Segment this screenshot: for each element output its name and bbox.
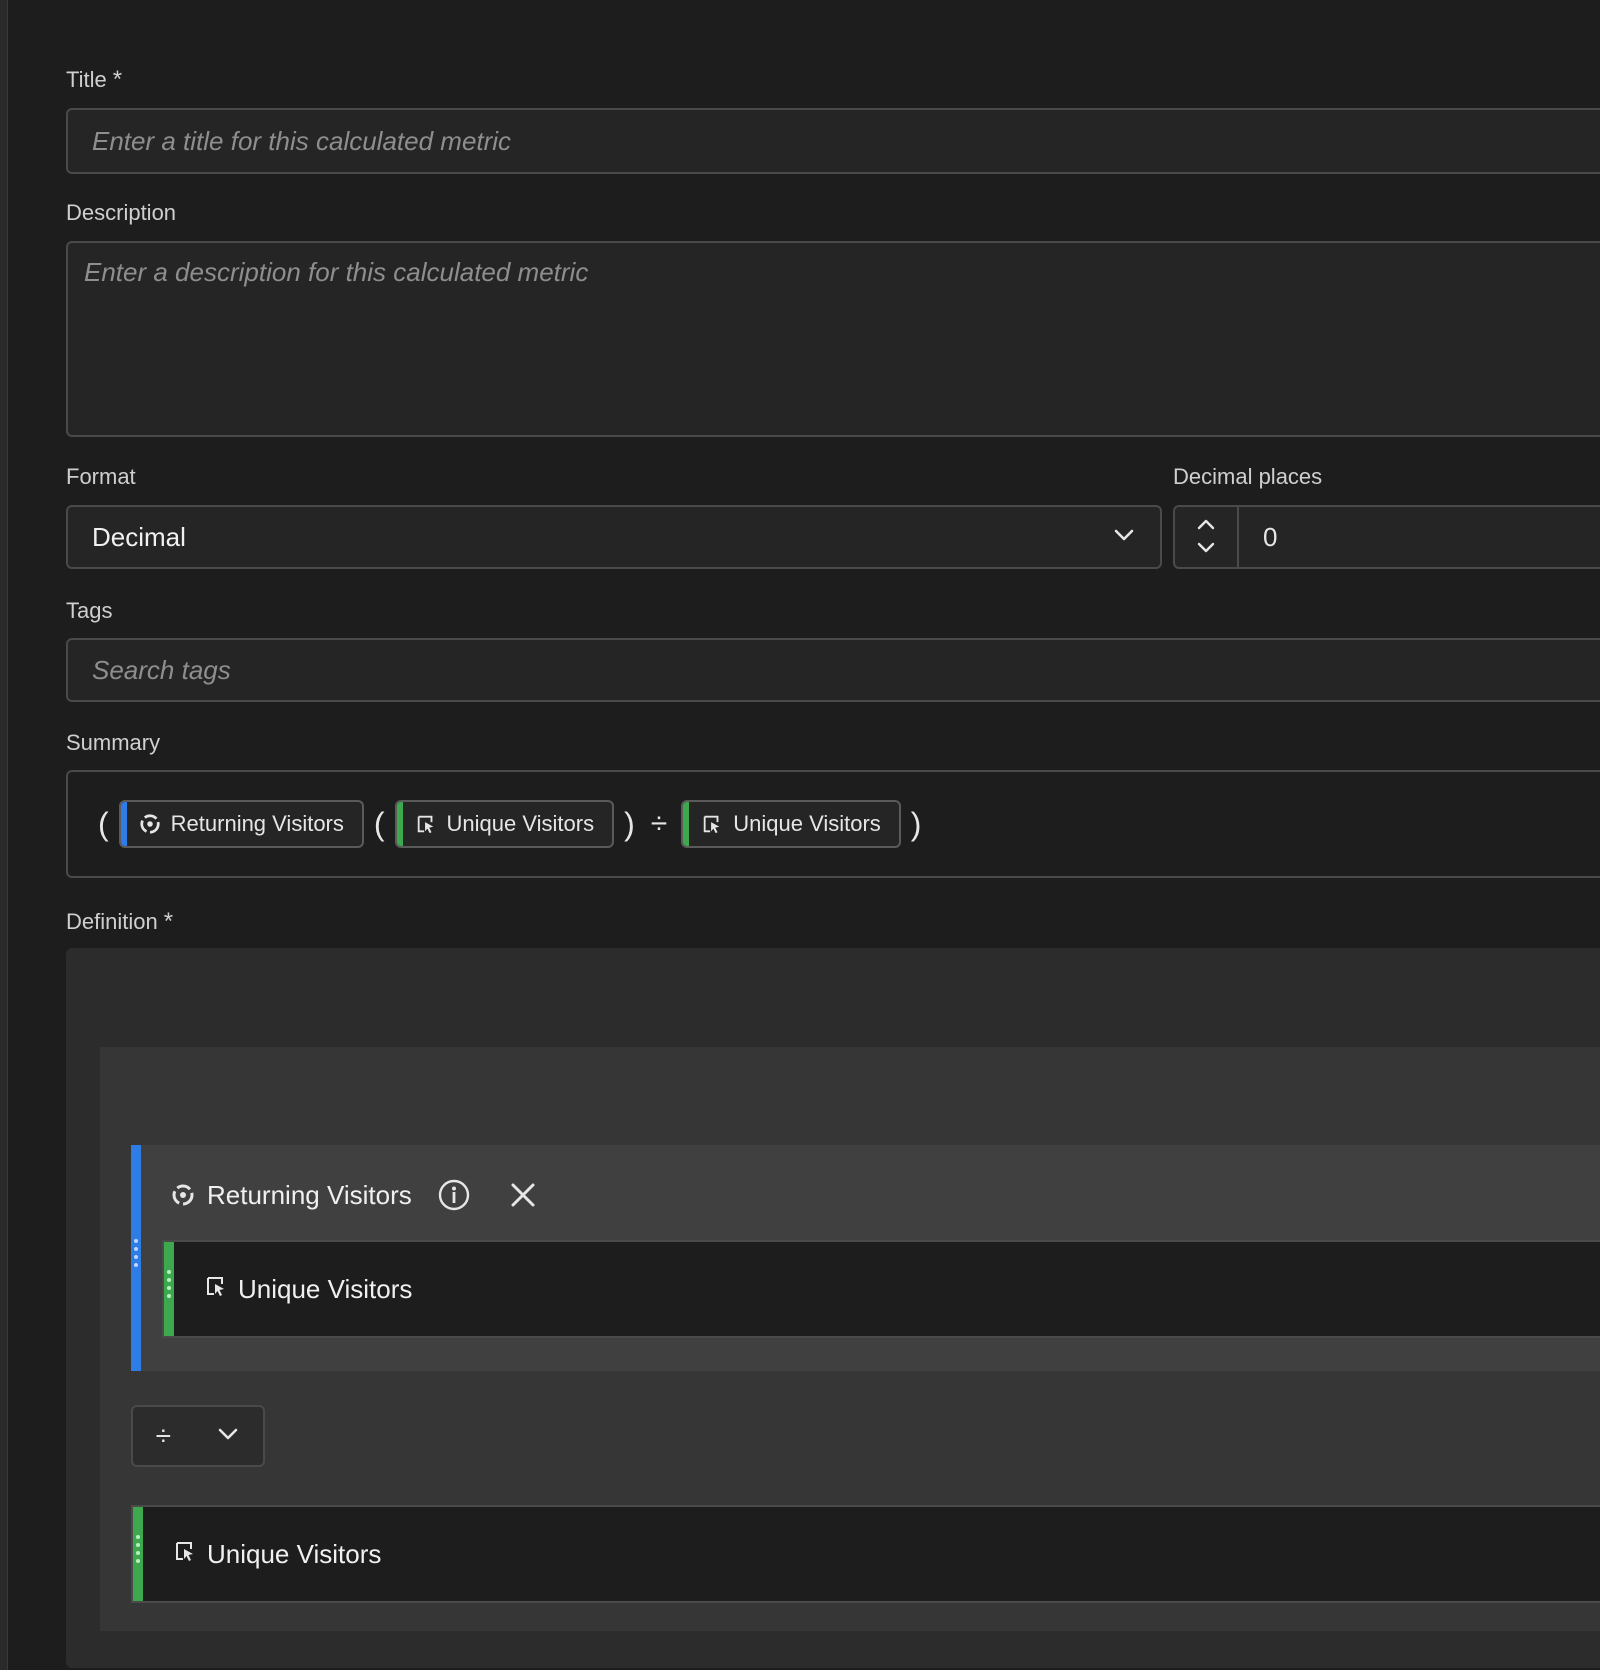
chip-label: Returning Visitors — [170, 811, 344, 836]
tags-label: Tags — [66, 598, 113, 623]
divide-icon: ÷ — [155, 1420, 172, 1451]
definition-label: Definition * — [66, 908, 174, 935]
segment-icon — [139, 813, 161, 835]
segment-group-header: Returning Visitors — [171, 1175, 536, 1215]
increment-button[interactable] — [1196, 515, 1216, 535]
stepper-buttons — [1175, 507, 1239, 567]
summary-metric-chip[interactable]: Unique Visitors — [681, 800, 901, 848]
decimal-places-stepper: 0 — [1173, 505, 1600, 569]
description-label: Description — [66, 200, 177, 225]
summary-metric-chip[interactable]: Unique Visitors — [394, 800, 615, 848]
summary-box: ( Returning Visitors ( Unique Visitors )… — [66, 770, 1600, 878]
open-paren: ( — [373, 805, 385, 842]
inner-metric-row[interactable]: Unique Visitors — [162, 1240, 1600, 1338]
metric-icon — [173, 1539, 197, 1570]
chevron-down-icon — [216, 1422, 240, 1451]
definition-container: Returning Visitors Unique Visitors ÷ Uni… — [100, 1047, 1600, 1631]
segment-icon — [171, 1183, 195, 1207]
title-field-container — [66, 108, 1600, 174]
chevron-down-icon — [1112, 523, 1136, 552]
required-mark: * — [112, 66, 123, 93]
segment-group[interactable]: Returning Visitors Unique Visitors — [131, 1145, 1600, 1371]
title-label: Title * — [66, 66, 123, 93]
title-input[interactable] — [68, 110, 1600, 172]
tags-field-container — [66, 638, 1600, 702]
drag-handle[interactable] — [166, 1270, 172, 1298]
metric-icon — [415, 813, 437, 835]
decimal-places-input[interactable]: 0 — [1239, 507, 1600, 567]
close-icon[interactable] — [510, 1182, 536, 1208]
required-mark: * — [163, 908, 174, 935]
metric-icon — [204, 1274, 228, 1305]
drag-handle[interactable] — [133, 1239, 139, 1267]
format-label: Format — [66, 464, 136, 489]
segment-group-name: Returning Visitors — [207, 1179, 412, 1210]
info-icon[interactable] — [438, 1179, 470, 1211]
chevron-up-icon — [1197, 519, 1215, 530]
outer-metric-row[interactable]: Unique Visitors — [131, 1505, 1600, 1603]
chip-label: Unique Visitors — [733, 811, 881, 836]
divide-icon: ÷ — [650, 807, 668, 840]
operator-dropdown[interactable]: ÷ — [131, 1405, 265, 1467]
open-paren: ( — [98, 805, 109, 842]
definition-canvas: Returning Visitors Unique Visitors ÷ Uni… — [66, 948, 1600, 1668]
left-rail — [0, 0, 8, 1670]
metric-name: Unique Visitors — [238, 1273, 413, 1304]
close-paren: ) — [624, 805, 635, 842]
description-field-container — [66, 241, 1600, 437]
tags-search-input[interactable] — [68, 640, 1600, 700]
chip-label: Unique Visitors — [446, 811, 595, 836]
close-paren: ) — [910, 805, 922, 842]
drag-handle[interactable] — [135, 1535, 141, 1563]
format-dropdown[interactable]: Decimal — [66, 505, 1162, 569]
decrement-button[interactable] — [1196, 539, 1216, 559]
decimal-places-label: Decimal places — [1173, 464, 1323, 489]
description-textarea[interactable] — [68, 243, 1600, 435]
metric-icon — [701, 813, 723, 835]
metric-name: Unique Visitors — [207, 1538, 382, 1569]
chevron-down-icon — [1197, 542, 1215, 553]
format-value: Decimal — [92, 521, 186, 552]
summary-label: Summary — [66, 730, 161, 755]
summary-segment-chip[interactable]: Returning Visitors — [118, 800, 364, 848]
